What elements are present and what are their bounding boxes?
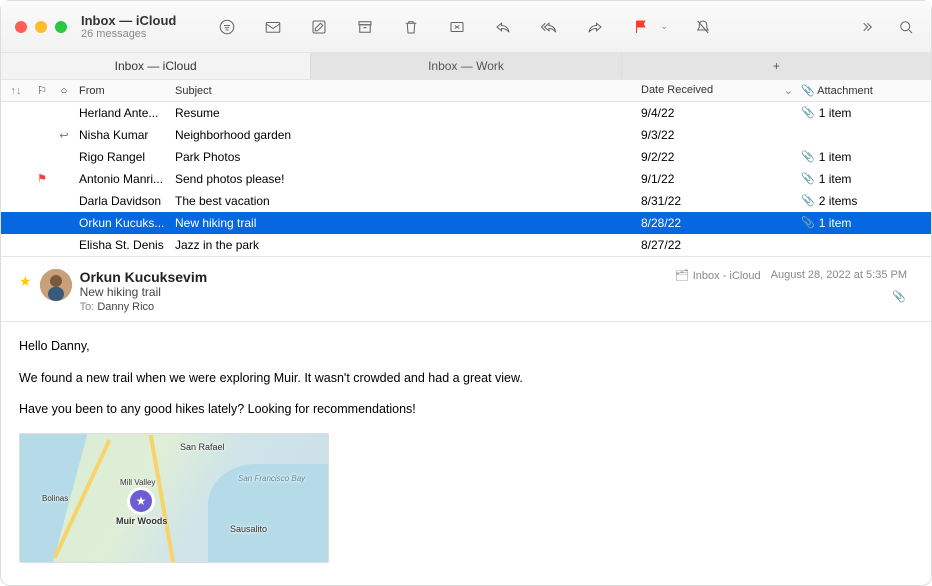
search-icon[interactable] bbox=[895, 16, 917, 38]
folder-icon: 🗂 bbox=[675, 269, 689, 282]
vip-star-icon[interactable]: ★ bbox=[19, 273, 32, 290]
archive-icon[interactable] bbox=[354, 16, 376, 38]
message-row[interactable]: Herland Ante...Resume9/4/22📎 1 item bbox=[1, 102, 931, 124]
mailbox-tabs: Inbox — iCloud Inbox — Work + bbox=[1, 53, 931, 80]
row-date: 9/1/22 bbox=[641, 172, 801, 186]
row-from: Antonio Manri... bbox=[75, 172, 175, 186]
attachment-clip-icon[interactable]: 📎 bbox=[892, 290, 906, 303]
window-subtitle: 26 messages bbox=[81, 28, 176, 40]
paperclip-icon: 📎 bbox=[801, 194, 815, 207]
preview-sender-name: Orkun Kucuksevim bbox=[80, 269, 208, 285]
map-pin-label: Muir Woods bbox=[116, 516, 167, 526]
message-row[interactable]: Darla DavidsonThe best vacation8/31/22📎 … bbox=[1, 190, 931, 212]
subject-column-header[interactable]: Subject bbox=[175, 85, 641, 97]
row-subject: Park Photos bbox=[175, 150, 641, 164]
row-attachment: 📎 1 item bbox=[801, 150, 931, 164]
row-attachment: 📎 1 item bbox=[801, 106, 931, 120]
row-attachment: 📎 1 item bbox=[801, 172, 931, 186]
preview-to-line: To: Danny Rico bbox=[80, 301, 208, 313]
message-row[interactable]: ↩Nisha KumarNeighborhood garden9/3/22 bbox=[1, 124, 931, 146]
row-date: 8/28/22 bbox=[641, 216, 801, 230]
body-paragraph: Hello Danny, bbox=[19, 338, 907, 356]
row-from: Rigo Rangel bbox=[75, 150, 175, 164]
paperclip-icon: 📎 bbox=[801, 172, 815, 185]
row-date: 8/27/22 bbox=[641, 238, 801, 252]
map-pin-icon: ★ bbox=[130, 490, 152, 512]
minimize-window-button[interactable] bbox=[35, 21, 47, 33]
attachment-column-header[interactable]: 📎 Attachment bbox=[801, 84, 931, 97]
preview-pane: ★ Orkun Kucuksevim New hiking trail To: … bbox=[1, 256, 931, 575]
preview-header: ★ Orkun Kucuksevim New hiking trail To: … bbox=[19, 269, 907, 313]
tab-add-button[interactable]: + bbox=[622, 53, 931, 79]
window-controls bbox=[15, 21, 67, 33]
from-column-header[interactable]: From bbox=[75, 85, 175, 97]
row-replied-icon: ↩ bbox=[53, 128, 75, 142]
row-attachment: 📎 2 items bbox=[801, 194, 931, 208]
preview-subject: New hiking trail bbox=[80, 285, 208, 299]
row-from: Elisha St. Denis bbox=[75, 238, 175, 252]
flag-icon[interactable] bbox=[630, 16, 652, 38]
row-date: 9/2/22 bbox=[641, 150, 801, 164]
row-subject: The best vacation bbox=[175, 194, 641, 208]
message-row[interactable]: Orkun Kucuks...New hiking trail8/28/22📎 … bbox=[1, 212, 931, 234]
tab-inbox-icloud[interactable]: Inbox — iCloud bbox=[1, 53, 311, 79]
row-subject: Jazz in the park bbox=[175, 238, 641, 252]
row-attachment: 📎 1 item bbox=[801, 216, 931, 230]
preview-date: August 28, 2022 at 5:35 PM bbox=[771, 269, 907, 281]
sender-avatar[interactable] bbox=[40, 269, 72, 301]
date-column-header[interactable]: Date Received ⌄ bbox=[641, 84, 801, 97]
row-flag-icon[interactable]: ⚑ bbox=[31, 172, 53, 185]
preview-divider bbox=[1, 321, 931, 322]
toolbar: ⌄ bbox=[216, 16, 855, 38]
titlebar: Inbox — iCloud 26 messages ⌄ bbox=[1, 1, 931, 53]
message-row[interactable]: ⚑ Antonio Manri...Send photos please!9/1/… bbox=[1, 168, 931, 190]
tab-inbox-work[interactable]: Inbox — Work bbox=[311, 53, 621, 79]
right-toolbar bbox=[855, 16, 917, 38]
paperclip-icon: 📎 bbox=[801, 150, 815, 163]
message-list: Herland Ante...Resume9/4/22📎 1 item↩Nish… bbox=[1, 102, 931, 256]
row-from: Orkun Kucuks... bbox=[75, 216, 175, 230]
title-block: Inbox — iCloud 26 messages bbox=[81, 13, 176, 40]
flag-menu-chevron[interactable]: ⌄ bbox=[660, 21, 668, 32]
row-subject: Resume bbox=[175, 106, 641, 120]
preview-body: Hello Danny, We found a new trail when w… bbox=[19, 338, 907, 563]
row-subject: Send photos please! bbox=[175, 172, 641, 186]
row-subject: New hiking trail bbox=[175, 216, 641, 230]
filter-button[interactable] bbox=[216, 16, 238, 38]
fullscreen-window-button[interactable] bbox=[55, 21, 67, 33]
compose-icon[interactable] bbox=[308, 16, 330, 38]
preview-recipient[interactable]: Danny Rico bbox=[97, 301, 154, 313]
message-row[interactable]: Rigo RangelPark Photos9/2/22📎 1 item bbox=[1, 146, 931, 168]
sort-icon[interactable]: ↑↓ bbox=[1, 85, 31, 97]
junk-icon[interactable] bbox=[446, 16, 468, 38]
row-from: Darla Davidson bbox=[75, 194, 175, 208]
mute-icon[interactable] bbox=[692, 16, 714, 38]
column-header-row: ↑↓ ⚐ ○ From Subject Date Received ⌄ 📎 At… bbox=[1, 80, 931, 102]
row-date: 8/31/22 bbox=[641, 194, 801, 208]
preview-folder-badge[interactable]: 🗂 Inbox - iCloud bbox=[675, 269, 761, 282]
paperclip-icon: 📎 bbox=[801, 106, 815, 119]
new-message-icon[interactable] bbox=[262, 16, 284, 38]
message-row[interactable]: Elisha St. DenisJazz in the park8/27/22 bbox=[1, 234, 931, 256]
row-from: Herland Ante... bbox=[75, 106, 175, 120]
close-window-button[interactable] bbox=[15, 21, 27, 33]
window-title: Inbox — iCloud bbox=[81, 13, 176, 28]
paperclip-icon: 📎 bbox=[801, 216, 815, 229]
row-date: 9/4/22 bbox=[641, 106, 801, 120]
body-paragraph: Have you been to any good hikes lately? … bbox=[19, 401, 907, 419]
row-date: 9/3/22 bbox=[641, 128, 801, 142]
trash-icon[interactable] bbox=[400, 16, 422, 38]
row-subject: Neighborhood garden bbox=[175, 128, 641, 142]
body-paragraph: We found a new trail when we were explor… bbox=[19, 370, 907, 388]
reply-icon[interactable] bbox=[492, 16, 514, 38]
map-attachment[interactable]: ★ Muir Woods San Rafael Sausalito Mill V… bbox=[19, 433, 329, 563]
reply-all-icon[interactable] bbox=[538, 16, 560, 38]
flag-column-icon[interactable]: ⚐ bbox=[31, 84, 53, 97]
forward-icon[interactable] bbox=[584, 16, 606, 38]
row-from: Nisha Kumar bbox=[75, 128, 175, 142]
more-icon[interactable] bbox=[855, 16, 877, 38]
read-column-icon[interactable]: ○ bbox=[53, 85, 75, 97]
